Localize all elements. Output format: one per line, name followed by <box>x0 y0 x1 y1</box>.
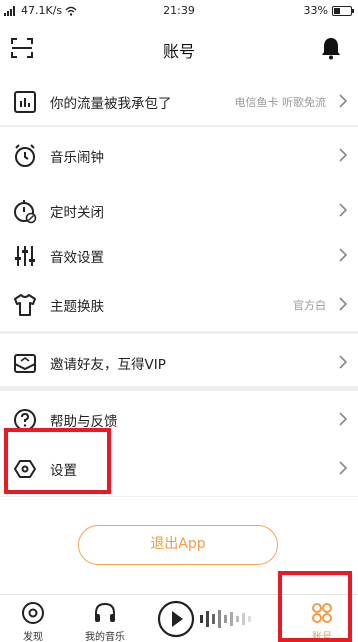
invite-envelope-icon <box>14 354 36 373</box>
menu-item-label: 帮助与反馈 <box>50 414 118 430</box>
tab-label: 发现 <box>23 632 43 642</box>
timer-icon <box>14 200 37 224</box>
battery-percent: 33% <box>303 4 328 17</box>
chevron-right-icon <box>339 148 348 162</box>
alarm-clock-icon <box>15 144 35 167</box>
menu-item-label: 音效设置 <box>50 250 104 266</box>
headphones-icon <box>95 602 115 622</box>
chevron-right-icon <box>339 94 348 108</box>
highlight-box-settings <box>4 428 111 494</box>
header: 账号 <box>0 22 358 74</box>
bell-icon[interactable] <box>320 36 342 60</box>
battery-icon <box>332 5 354 16</box>
chevron-right-icon <box>339 203 348 217</box>
tab-discover[interactable]: 发现 <box>3 597 63 642</box>
battery-fill <box>334 7 340 14</box>
tshirt-icon <box>14 294 36 316</box>
menu-item-label: 音乐闹钟 <box>50 150 104 166</box>
soundwave-icon <box>200 610 251 628</box>
tab-my-music[interactable]: 我的音乐 <box>75 597 135 642</box>
equalizer-icon <box>15 246 35 266</box>
menu-item-label: 定时关闭 <box>50 205 104 221</box>
menu-item-label: 你的流量被我承包了 <box>50 96 172 112</box>
chevron-right-icon <box>339 248 348 262</box>
menu-item-subtext: 电信鱼卡 听歌免流 <box>234 96 327 109</box>
disc-icon <box>22 602 44 624</box>
chevron-right-icon <box>339 412 348 426</box>
logout-button[interactable]: 退出App <box>78 525 278 565</box>
play-button[interactable] <box>156 599 196 639</box>
menu-item-alarm[interactable]: 音乐闹钟 <box>0 127 358 183</box>
status-right: 33% <box>303 4 354 17</box>
menu-item-label: 邀请好友，互得VIP <box>50 357 166 373</box>
chart-icon <box>14 91 36 113</box>
menu-item-label: 主题换肤 <box>50 299 104 315</box>
menu-item-traffic[interactable]: 你的流量被我承包了 电信鱼卡 听歌免流 <box>0 73 358 129</box>
status-bar: 47.1K/s 21:39 33% <box>0 0 358 22</box>
chevron-right-icon <box>339 461 348 475</box>
tab-label: 我的音乐 <box>85 632 125 642</box>
chevron-right-icon <box>339 355 348 369</box>
menu-item-sound-effects[interactable]: 音效设置 <box>0 227 358 283</box>
highlight-box-account-tab <box>278 571 352 642</box>
menu-item-subtext: 官方白 <box>293 299 326 312</box>
menu-item-theme[interactable]: 主题换肤 官方白 <box>0 276 358 332</box>
menu-item-invite[interactable]: 邀请好友，互得VIP <box>0 334 358 390</box>
page-title: 账号 <box>162 42 195 61</box>
chevron-right-icon <box>339 297 348 311</box>
